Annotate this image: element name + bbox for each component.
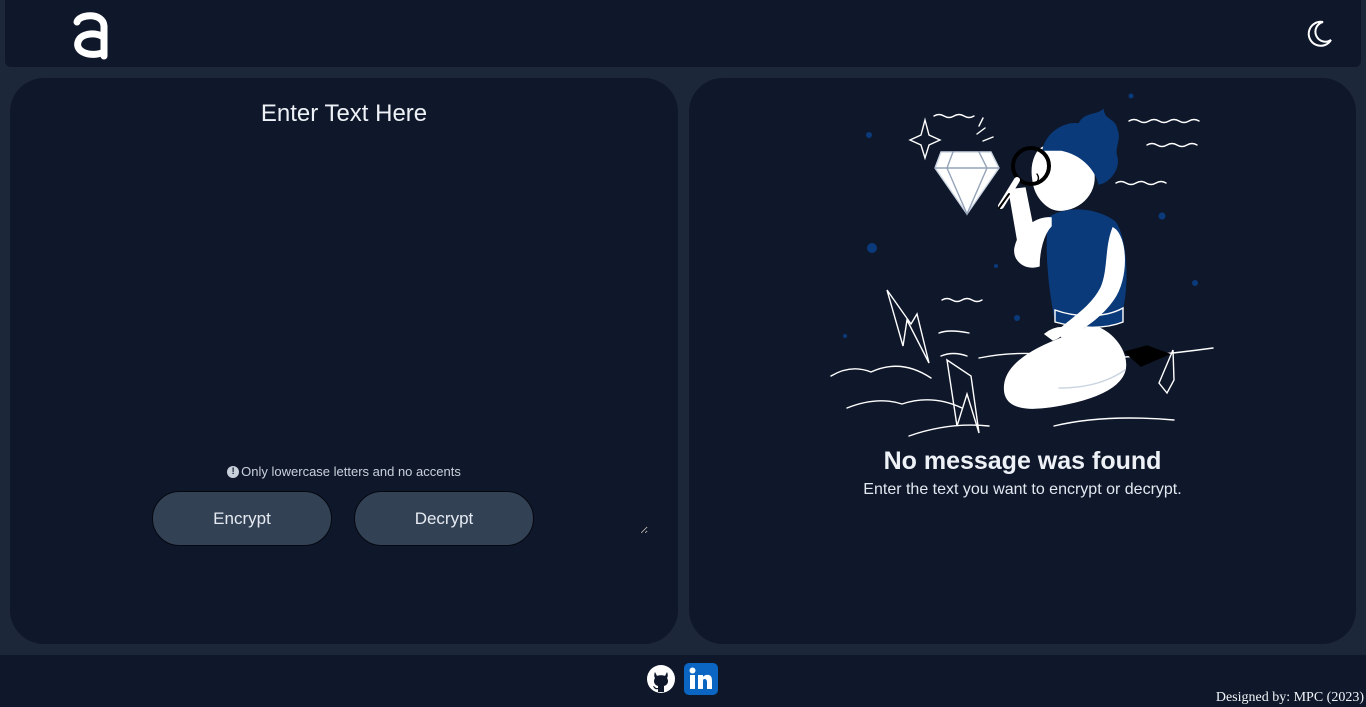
input-hint: ! Only lowercase letters and no accents <box>10 464 678 479</box>
empty-state-title: No message was found <box>883 447 1162 475</box>
empty-state-subtitle: Enter the text you want to encrypt or de… <box>863 481 1182 498</box>
info-icon: ! <box>227 465 240 478</box>
encrypt-button[interactable]: Encrypt <box>152 491 332 546</box>
linkedin-icon[interactable] <box>684 663 718 695</box>
top-bar <box>5 0 1361 67</box>
moon-icon[interactable] <box>1303 18 1335 50</box>
empty-state-illustration <box>830 93 1214 437</box>
input-panel: Enter Text Here ! Only lowercase letters… <box>10 78 678 644</box>
alura-logo-icon[interactable] <box>69 8 111 60</box>
hint-text: Only lowercase letters and no accents <box>241 464 461 479</box>
decrypt-button[interactable]: Decrypt <box>354 491 534 546</box>
designer-credit: Designed by: MPC (2023) <box>1215 690 1364 705</box>
output-panel: No message was found Enter the text you … <box>689 78 1356 644</box>
github-icon[interactable] <box>646 664 676 694</box>
footer: Designed by: MPC (2023) <box>0 655 1366 707</box>
input-title: Enter Text Here <box>260 100 428 127</box>
